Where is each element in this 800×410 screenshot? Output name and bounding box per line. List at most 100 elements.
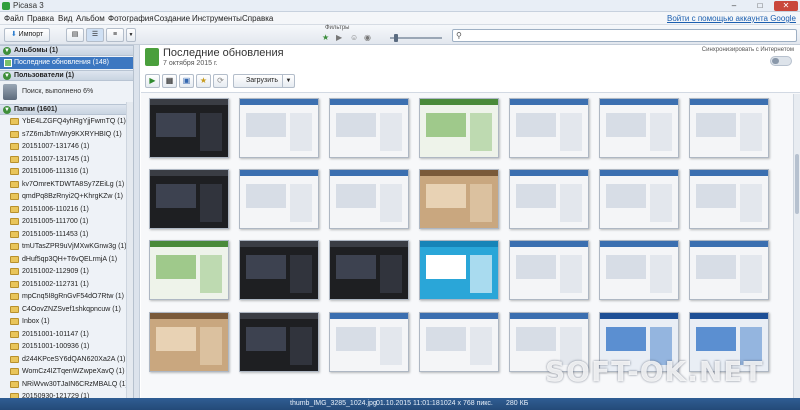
google-signin-link[interactable]: Войти с помощью аккаунта Google: [667, 14, 796, 23]
menu-album[interactable]: Альбом: [76, 14, 105, 23]
photo-thumbnail[interactable]: [239, 312, 319, 372]
people-section-header[interactable]: ▼ Пользователи (1): [0, 70, 133, 81]
view-flat-button[interactable]: ≡: [106, 28, 124, 42]
folder-item[interactable]: mpCnq5I8gRnGvF54dO7Rtw (1): [0, 291, 133, 302]
menu-tools[interactable]: Инструменты: [192, 14, 242, 23]
folder-item[interactable]: 20151002-112731 (1): [0, 279, 133, 290]
photo-thumbnail[interactable]: [329, 98, 409, 158]
thumbnail-content: [380, 113, 402, 151]
sync-button[interactable]: ⟳: [213, 74, 228, 88]
sync-toggle[interactable]: [770, 56, 792, 66]
albums-section-header[interactable]: ▼ Альбомы (1): [0, 45, 133, 56]
photo-thumbnail[interactable]: [509, 98, 589, 158]
collapse-icon[interactable]: ▼: [3, 106, 11, 114]
photo-thumbnail[interactable]: [689, 98, 769, 158]
folder-item[interactable]: 20151006-111316 (1): [0, 166, 133, 177]
slideshow-button[interactable]: ▶: [145, 74, 160, 88]
view-menu-button[interactable]: ▼: [126, 28, 136, 42]
folder-item[interactable]: 20151001-100936 (1): [0, 341, 133, 352]
folders-section-header[interactable]: ▼ Папки (1601): [0, 104, 133, 115]
photo-thumbnail[interactable]: [329, 169, 409, 229]
menu-file[interactable]: Файл: [4, 14, 24, 23]
photo-thumbnail[interactable]: [239, 240, 319, 300]
photo-thumbnail[interactable]: [329, 312, 409, 372]
view-list-button[interactable]: ☰: [86, 28, 104, 42]
photo-thumbnail[interactable]: [239, 169, 319, 229]
close-icon[interactable]: ✕: [774, 1, 798, 11]
photo-thumbnail[interactable]: [599, 169, 679, 229]
thumbnail-content: [740, 255, 762, 293]
view-tree-button[interactable]: ▤: [66, 28, 84, 42]
folder-item[interactable]: C4OovZNZSvef1shkqpncuw (1): [0, 304, 133, 315]
thumbnail-titlebar: [420, 99, 498, 105]
folder-item[interactable]: s7Z6mJbTnWry9KXRYHBIQ (1): [0, 129, 133, 140]
collapse-icon[interactable]: ▼: [3, 72, 11, 80]
folder-item[interactable]: 20151002-112909 (1): [0, 266, 133, 277]
folder-item[interactable]: WomCz4IZTqenWZwpeXavQ (1): [0, 366, 133, 377]
folder-item[interactable]: 20151006-110216 (1): [0, 204, 133, 215]
people-scan-item[interactable]: Поиск, выполнено 6%: [0, 83, 133, 101]
menu-view[interactable]: Вид: [58, 14, 72, 23]
folder-item[interactable]: NRiWvw30TJaIN6CRzMBALQ (1): [0, 379, 133, 390]
search-input[interactable]: [467, 31, 787, 40]
folder-item[interactable]: 20151005-111700 (1): [0, 216, 133, 227]
folder-item[interactable]: 20151007-131745 (1): [0, 154, 133, 165]
star-button[interactable]: ★: [196, 74, 211, 88]
album-recent-updates[interactable]: Последние обновления (148): [0, 57, 133, 69]
photo-thumbnail[interactable]: [149, 312, 229, 372]
photo-thumbnail[interactable]: [599, 240, 679, 300]
import-button[interactable]: ⬇ Импорт: [4, 28, 50, 42]
people-filter-icon[interactable]: ☺: [350, 33, 358, 43]
photo-thumbnail[interactable]: [419, 169, 499, 229]
photo-thumbnail[interactable]: [329, 240, 409, 300]
folder-icon: [10, 318, 19, 325]
folder-item[interactable]: 20151001-101147 (1): [0, 329, 133, 340]
photo-thumbnail[interactable]: [419, 312, 499, 372]
photo-thumbnail[interactable]: [509, 169, 589, 229]
photo-thumbnail[interactable]: [419, 98, 499, 158]
folder-item[interactable]: qmdPq8BzRnyi2Q+KhrgKZw (1): [0, 191, 133, 202]
pane-splitter[interactable]: [134, 45, 140, 398]
menu-help[interactable]: Справка: [242, 14, 273, 23]
thumbnail-content: [606, 327, 646, 351]
star-filter-icon[interactable]: ★: [322, 33, 329, 43]
folder-item[interactable]: dHuf5qp3QH+T6vQELrmjA (1): [0, 254, 133, 265]
photo-thumbnail[interactable]: [689, 169, 769, 229]
thumbnail-titlebar: [150, 313, 228, 319]
photo-thumbnail[interactable]: [509, 240, 589, 300]
thumbnail-content: [560, 184, 582, 222]
menu-create[interactable]: Создание: [154, 14, 190, 23]
photo-thumbnail[interactable]: [419, 240, 499, 300]
slider-handle[interactable]: [394, 34, 398, 42]
movie-button[interactable]: ▣: [179, 74, 194, 88]
thumbnail-content: [246, 327, 286, 351]
scrollbar-thumb[interactable]: [795, 154, 799, 214]
collapse-icon[interactable]: ▼: [3, 47, 11, 55]
photo-thumbnail[interactable]: [149, 240, 229, 300]
upload-button[interactable]: Загрузить ▼: [233, 74, 295, 88]
chevron-down-icon[interactable]: ▼: [282, 75, 294, 87]
folder-item[interactable]: tmUTasZPR9uVjMXwKGnw3g (1): [0, 241, 133, 252]
folder-item[interactable]: 20151005-111453 (1): [0, 229, 133, 240]
maximize-icon[interactable]: □: [748, 1, 772, 11]
folder-item[interactable]: 20151007-131746 (1): [0, 141, 133, 152]
photo-thumbnail[interactable]: [149, 169, 229, 229]
geotag-filter-icon[interactable]: ◉: [364, 33, 371, 43]
photo-thumbnail[interactable]: [149, 98, 229, 158]
folder-item[interactable]: Inbox (1): [0, 316, 133, 327]
folder-item[interactable]: YbE4LZGFQ4yhRgYjjFwmTQ (1): [0, 116, 133, 127]
video-filter-icon[interactable]: ▶: [336, 33, 342, 43]
collage-button[interactable]: ▦: [162, 74, 177, 88]
photo-thumbnail[interactable]: [689, 240, 769, 300]
minimize-icon[interactable]: –: [722, 1, 746, 11]
grid-scrollbar[interactable]: [793, 94, 800, 398]
folder-item[interactable]: 20150930-121729 (1): [0, 391, 133, 398]
menu-photo[interactable]: Фотография: [108, 14, 154, 23]
photo-thumbnail[interactable]: [239, 98, 319, 158]
sidebar-scrollbar[interactable]: [126, 102, 133, 398]
menu-edit[interactable]: Правка: [27, 14, 54, 23]
folder-item[interactable]: kv7OmreKTDWTA8Sy7ZEiLg (1): [0, 179, 133, 190]
thumbnail-titlebar: [690, 170, 768, 176]
photo-thumbnail[interactable]: [599, 98, 679, 158]
folder-item[interactable]: d244KPceSY6dQAN620Xa2A (1): [0, 354, 133, 365]
